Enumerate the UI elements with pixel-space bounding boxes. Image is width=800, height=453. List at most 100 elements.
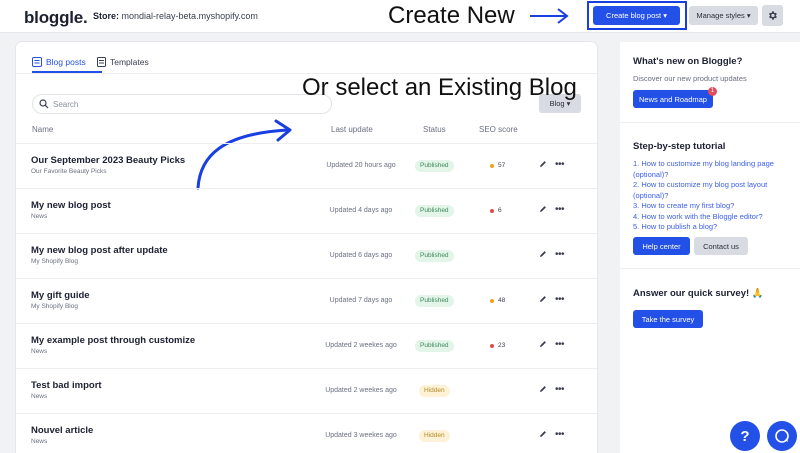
edit-icon[interactable]: [539, 340, 547, 348]
column-status[interactable]: Status: [423, 125, 446, 134]
tab-templates-label: Templates: [110, 57, 149, 67]
help-center-button[interactable]: Help center: [633, 237, 690, 255]
edit-icon[interactable]: [539, 250, 547, 258]
more-options-icon[interactable]: •••: [555, 384, 565, 395]
seo-dot: [490, 208, 494, 213]
post-updated: Updated 7 days ago: [329, 297, 393, 304]
post-updated: Updated 4 days ago: [329, 207, 393, 214]
post-updated: Updated 6 days ago: [329, 252, 393, 259]
post-updated: Updated 20 hours ago: [326, 162, 396, 169]
tutorial-title: Step-by-step tutorial: [633, 141, 726, 152]
settings-button[interactable]: [762, 5, 783, 26]
tutorial-link-3[interactable]: 3. How to create my first blog?: [633, 201, 793, 212]
seo-score: 48: [490, 297, 505, 304]
table-row[interactable]: Our September 2023 Beauty Picks Our Favor…: [16, 143, 597, 188]
search-field[interactable]: [32, 94, 332, 114]
seo-value: 23: [498, 342, 506, 349]
edit-icon[interactable]: [539, 205, 547, 213]
template-icon: [97, 57, 106, 67]
store-label: Store:: [93, 11, 120, 21]
status-badge: Hidden: [419, 385, 450, 397]
app-logo[interactable]: bloggle.: [24, 8, 88, 28]
help-fab[interactable]: ?: [730, 421, 760, 451]
tutorial-link-1[interactable]: 1. How to customize my blog landing page…: [633, 159, 793, 180]
tutorial-link-4[interactable]: 4. How to work with the Bloggle editor?: [633, 212, 793, 223]
tab-templates[interactable]: Templates: [97, 57, 149, 67]
post-title[interactable]: My example post through customize: [31, 335, 195, 346]
whats-new-text: Discover our new product updates: [633, 74, 747, 83]
search-icon: [39, 99, 49, 109]
post-blog-name: News: [31, 438, 48, 445]
more-options-icon[interactable]: •••: [555, 249, 565, 260]
column-last-update[interactable]: Last update: [331, 125, 373, 134]
more-options-icon[interactable]: •••: [555, 294, 565, 305]
post-title[interactable]: Nouvel article: [31, 425, 93, 436]
edit-icon[interactable]: [539, 160, 547, 168]
table-row[interactable]: Test bad import News Updated 2 weekes ago H…: [16, 368, 597, 413]
create-blog-post-button[interactable]: Create blog post ▾: [593, 6, 680, 25]
contact-us-button[interactable]: Contact us: [694, 237, 748, 255]
post-title[interactable]: My gift guide: [31, 290, 90, 301]
take-survey-button[interactable]: Take the survey: [633, 310, 703, 328]
whats-new-title: What's new on Bloggle?: [633, 56, 743, 67]
more-options-icon[interactable]: •••: [555, 339, 565, 350]
post-title[interactable]: Our September 2023 Beauty Picks: [31, 155, 185, 166]
create-new-annotation: Create New: [388, 2, 515, 29]
status-badge: Published: [415, 250, 454, 262]
post-blog-name: News: [31, 213, 48, 220]
seo-dot: [490, 163, 494, 168]
blog-icon: [32, 57, 42, 67]
seo-score: 23: [490, 342, 505, 349]
post-blog-name: My Shopify Blog: [31, 258, 78, 265]
notification-badge: 1: [708, 87, 717, 96]
seo-dot: [490, 343, 494, 348]
create-blog-post-label: Create blog post: [606, 11, 662, 20]
status-badge: Published: [415, 340, 454, 352]
question-icon: ?: [740, 427, 750, 445]
tab-blog-posts[interactable]: Blog posts: [32, 57, 86, 67]
tutorial-links: 1. How to customize my blog landing page…: [633, 159, 793, 233]
seo-value: 57: [498, 162, 506, 169]
edit-icon[interactable]: [539, 385, 547, 393]
tutorial-link-5[interactable]: 5. How to publish a blog?: [633, 222, 793, 233]
search-input[interactable]: [53, 98, 323, 110]
post-blog-name: News: [31, 348, 48, 355]
more-options-icon[interactable]: •••: [555, 204, 565, 215]
post-title[interactable]: My new blog post after update: [31, 245, 168, 256]
seo-score: 6: [490, 207, 502, 214]
table-row[interactable]: My new blog post after update My Shopify …: [16, 233, 597, 278]
table-row[interactable]: My example post through customize News Upd…: [16, 323, 597, 368]
survey-title: Answer our quick survey! 🙏: [633, 288, 764, 299]
tutorial-link-2[interactable]: 2. How to customize my blog post layout …: [633, 180, 793, 201]
store-domain: mondial-relay-beta.myshopify.com: [121, 11, 258, 21]
seo-dot: [490, 298, 494, 303]
column-seo-score[interactable]: SEO score: [479, 125, 518, 134]
manage-styles-label: Manage styles: [696, 11, 745, 20]
caret-down-icon: ▾: [746, 11, 751, 20]
tab-blog-posts-label: Blog posts: [46, 57, 86, 67]
column-name[interactable]: Name: [32, 125, 53, 134]
table-row[interactable]: My gift guide My Shopify Blog Updated 7 da…: [16, 278, 597, 323]
status-badge: Hidden: [419, 430, 450, 442]
news-roadmap-button[interactable]: News and Roadmap: [633, 90, 713, 108]
manage-styles-button[interactable]: Manage styles ▾: [689, 6, 758, 25]
chat-fab[interactable]: [767, 421, 797, 451]
status-badge: Published: [415, 160, 454, 172]
status-badge: Published: [415, 295, 454, 307]
post-updated: Updated 2 weekes ago: [325, 342, 397, 349]
table-row[interactable]: Nouvel article News Updated 3 weekes ago Hi…: [16, 413, 597, 453]
post-updated: Updated 3 weekes ago: [325, 432, 397, 439]
edit-icon[interactable]: [539, 430, 547, 438]
sidebar-divider: [620, 122, 800, 123]
blog-posts-panel: Blog posts Templates Blog ▾ Or select an…: [16, 42, 597, 453]
select-existing-annotation: Or select an Existing Blog: [302, 74, 577, 101]
seo-score: 57: [490, 162, 505, 169]
more-options-icon[interactable]: •••: [555, 159, 565, 170]
post-title[interactable]: My new blog post: [31, 200, 111, 211]
more-options-icon[interactable]: •••: [555, 429, 565, 440]
post-title[interactable]: Test bad import: [31, 380, 102, 391]
edit-icon[interactable]: [539, 295, 547, 303]
table-row[interactable]: My new blog post News Updated 4 days ago Pu…: [16, 188, 597, 233]
store-info: Store: mondial-relay-beta.myshopify.com: [93, 11, 258, 21]
post-blog-name: News: [31, 393, 48, 400]
